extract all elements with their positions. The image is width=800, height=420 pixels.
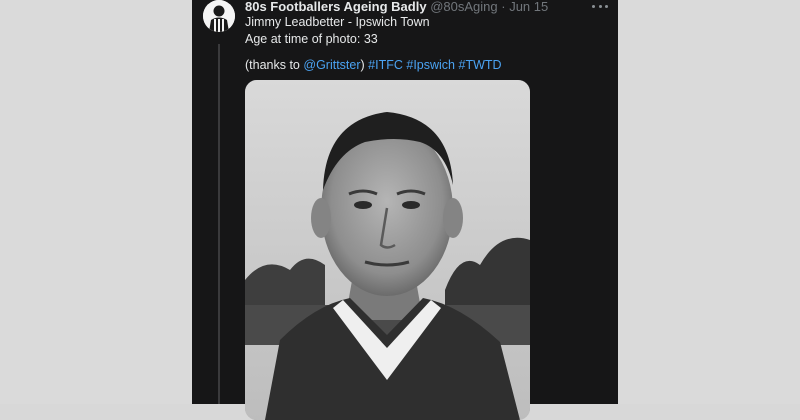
tweet-header: 80s Footballers Ageing Badly @80sAging ·… [245,0,548,14]
page-backdrop-left [0,0,192,404]
mention-link[interactable]: @Grittster [303,58,360,72]
more-dot [598,4,602,8]
hashtag-link[interactable]: #Ipswich [406,58,455,72]
avatar[interactable] [203,0,235,32]
header-separator: · [501,0,506,14]
thread-connector-line [218,44,220,404]
author-handle[interactable]: @80sAging [430,0,497,14]
tweet-text-line-1: Jimmy Leadbetter - Ipswich Town [245,15,430,29]
more-dot [592,4,595,8]
tweet-text-line-2: Age at time of photo: 33 [245,32,378,46]
thanks-open: (thanks to [245,58,304,72]
tweet-photo[interactable] [245,80,530,420]
hashtag-link[interactable]: #TWTD [459,58,502,72]
author-name[interactable]: 80s Footballers Ageing Badly [245,0,427,14]
tweet-text-line-3: (thanks to @Grittster) #ITFC #Ipswich #T… [245,58,502,72]
more-dot [605,4,608,8]
more-options-icon[interactable] [592,3,608,9]
thanks-close: ) [360,58,369,72]
page-backdrop-right [618,0,800,404]
hashtag-link[interactable]: #ITFC [368,58,403,72]
footballer-photo-image [245,80,530,420]
tweet-date[interactable]: Jun 15 [509,0,548,14]
avatar-footballer-icon [203,0,235,32]
